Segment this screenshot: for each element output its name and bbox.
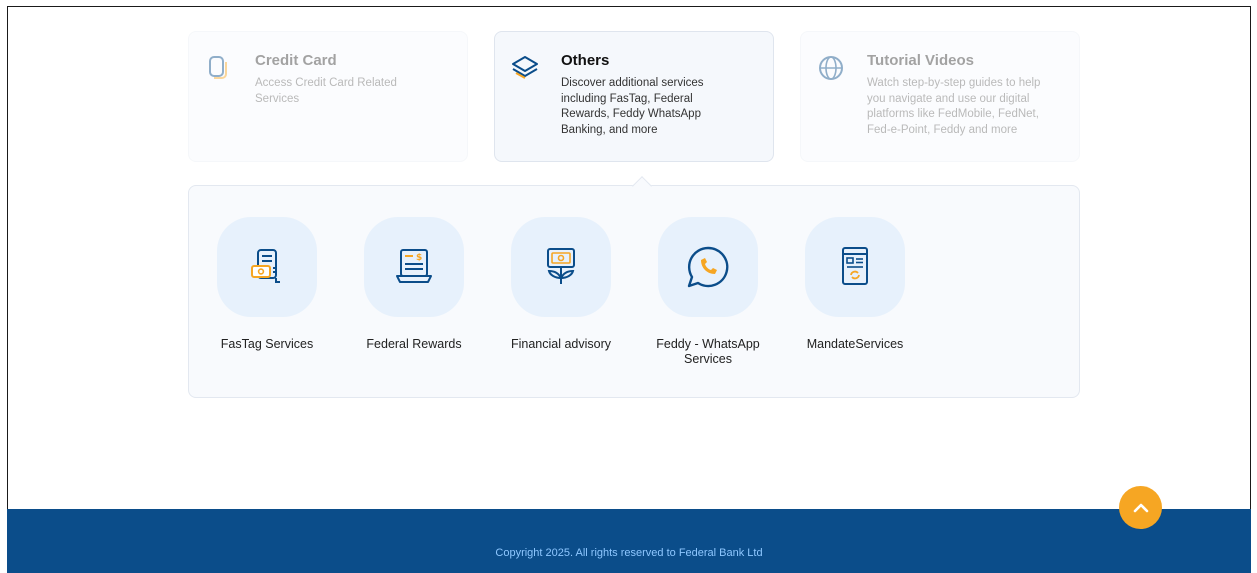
chevron-up-icon <box>1133 503 1148 512</box>
card-description: Discover additional services including F… <box>561 77 704 136</box>
service-federal-rewards[interactable]: $ Federal Rewards <box>354 217 474 352</box>
card-title: Credit Card <box>255 52 337 69</box>
panel-notch <box>632 176 652 196</box>
others-services-panel: FasTag Services $ Federal Rewards Financ… <box>188 176 1080 398</box>
card-tutorial-videos[interactable]: Tutorial Videos Watch step-by-step guide… <box>800 31 1080 162</box>
service-icon-bubble: $ <box>364 217 464 317</box>
service-icon-bubble <box>511 217 611 317</box>
globe-icon <box>819 56 843 80</box>
card-description: Access Credit Card Related Services <box>255 77 397 105</box>
service-label: MandateServices <box>806 337 904 351</box>
svg-text:$: $ <box>416 253 422 263</box>
card-others[interactable]: Others Discover additional services incl… <box>494 31 774 162</box>
footer: Copyright 2025. All rights reserved to F… <box>7 509 1251 573</box>
advisory-icon <box>547 248 575 284</box>
card-title: Tutorial Videos <box>867 52 974 69</box>
whatsapp-icon <box>687 246 729 288</box>
credit-card-icon <box>209 56 227 79</box>
service-label: Feddy - WhatsApp Services <box>656 337 760 366</box>
rewards-icon: $ <box>396 249 432 283</box>
mandate-icon <box>842 247 868 285</box>
service-label: Federal Rewards <box>366 337 462 351</box>
service-financial-advisory[interactable]: Financial advisory <box>501 217 621 352</box>
service-icon-bubble <box>805 217 905 317</box>
service-icon-bubble <box>217 217 317 317</box>
service-feddy-whatsapp[interactable]: Feddy - WhatsApp Services <box>648 217 768 367</box>
service-mandate[interactable]: MandateServices <box>795 217 915 352</box>
card-credit-card[interactable]: Credit Card Access Credit Card Related S… <box>188 31 468 162</box>
scroll-to-top-button[interactable] <box>1119 486 1162 529</box>
card-title: Others <box>561 52 610 69</box>
service-fastag[interactable]: FasTag Services <box>207 217 327 352</box>
service-label: Financial advisory <box>510 337 612 351</box>
fastag-icon <box>251 249 280 283</box>
service-label: FasTag Services <box>220 337 314 351</box>
layers-icon <box>512 56 538 79</box>
card-description: Watch step-by-step guides to help you na… <box>867 77 1041 136</box>
service-icon-bubble <box>658 217 758 317</box>
page-frame: Credit Card Access Credit Card Related S… <box>7 6 1251 573</box>
copyright-text: Copyright 2025. All rights reserved to F… <box>495 547 763 559</box>
